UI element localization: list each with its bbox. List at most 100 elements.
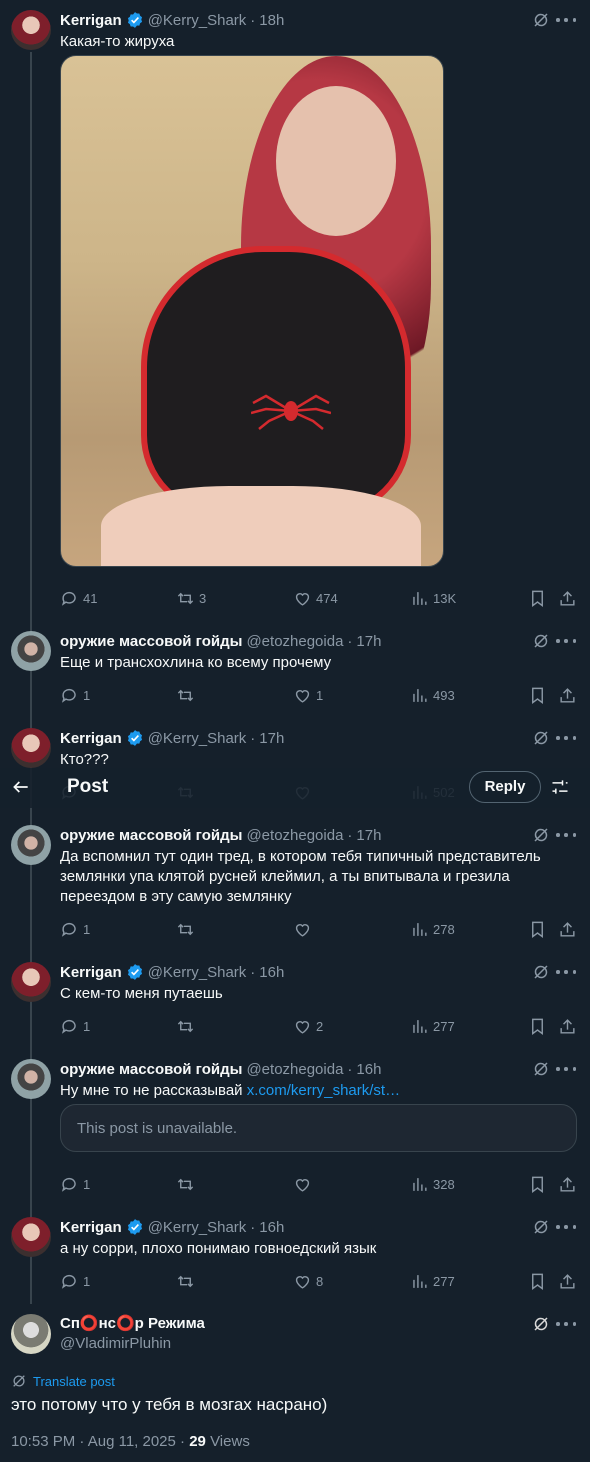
more-options-icon[interactable] xyxy=(556,632,576,650)
avatar[interactable] xyxy=(11,1217,51,1257)
photo-face xyxy=(276,86,396,236)
share-action[interactable] xyxy=(558,1016,577,1036)
repost-action[interactable]: 3 xyxy=(176,588,206,608)
post-text-container: Ну мне то не рассказывай x.com/kerry_sha… xyxy=(60,1081,580,1101)
author-handle[interactable]: @Kerry_Shark xyxy=(148,964,247,981)
grok-icon[interactable] xyxy=(532,632,550,650)
post-time[interactable]: 17h xyxy=(356,827,381,844)
repost-action[interactable] xyxy=(176,1271,199,1291)
repost-action[interactable] xyxy=(176,685,199,705)
share-action[interactable] xyxy=(558,1174,577,1194)
grok-icon[interactable] xyxy=(532,963,550,981)
post-time[interactable]: 16h xyxy=(259,964,284,981)
avatar[interactable] xyxy=(11,825,51,865)
author-name[interactable]: оружие массовой гойды xyxy=(60,827,242,844)
author-name[interactable]: оружие массовой гойды xyxy=(60,633,242,650)
grok-icon[interactable] xyxy=(532,1218,550,1236)
reply-icon xyxy=(61,1274,76,1289)
bookmark-action[interactable] xyxy=(528,1174,547,1194)
views-action[interactable]: 278 xyxy=(410,919,455,939)
back-arrow-icon[interactable] xyxy=(11,777,31,797)
grok-icon[interactable] xyxy=(532,729,550,747)
grok-icon[interactable] xyxy=(532,1060,550,1078)
like-action[interactable] xyxy=(293,1174,316,1194)
grok-icon[interactable] xyxy=(532,11,550,29)
views-action[interactable]: 277 xyxy=(410,1271,455,1291)
reply-action[interactable]: 1 xyxy=(60,685,90,705)
avatar[interactable] xyxy=(11,962,51,1002)
author-handle[interactable]: @Kerry_Shark xyxy=(148,730,247,747)
more-options-icon[interactable] xyxy=(556,1060,576,1078)
author-name[interactable]: оружие массовой гойды xyxy=(60,1061,242,1078)
share-action[interactable] xyxy=(558,1271,577,1291)
avatar[interactable] xyxy=(11,631,51,671)
more-options-icon[interactable] xyxy=(556,11,576,29)
post-link[interactable]: x.com/kerry_shark/st… xyxy=(247,1082,400,1099)
bookmark-action[interactable] xyxy=(528,919,547,939)
reply-settings-icon[interactable] xyxy=(550,777,570,797)
author-name[interactable]: Kerrigan xyxy=(60,730,122,747)
repost-icon xyxy=(177,923,194,935)
like-action[interactable]: 1 xyxy=(293,685,323,705)
author-handle[interactable]: @Kerry_Shark xyxy=(148,1219,247,1236)
like-action[interactable]: 8 xyxy=(293,1271,323,1291)
avatar[interactable] xyxy=(11,1314,51,1354)
views-action[interactable]: 277 xyxy=(410,1016,455,1036)
post-time[interactable]: 16h xyxy=(259,1219,284,1236)
post-time[interactable]: 16h xyxy=(356,1061,381,1078)
post-date[interactable]: Aug 11, 2025 xyxy=(88,1433,176,1450)
like-count: 474 xyxy=(316,590,338,606)
author-handle[interactable]: @etozhegoida xyxy=(246,1061,343,1078)
translate-post-link[interactable]: Translate post xyxy=(11,1373,115,1389)
avatar[interactable] xyxy=(11,728,51,768)
like-action[interactable]: 2 xyxy=(293,1016,323,1036)
grok-icon[interactable] xyxy=(532,826,550,844)
repost-icon xyxy=(177,1020,194,1032)
avatar[interactable] xyxy=(11,10,51,50)
bookmark-action[interactable] xyxy=(528,1271,547,1291)
bookmark-action[interactable] xyxy=(528,1016,547,1036)
more-options-icon[interactable] xyxy=(556,826,576,844)
views-action[interactable]: 328 xyxy=(410,1174,455,1194)
post-timestamp[interactable]: 10:53 PM xyxy=(11,1433,75,1450)
reply-action[interactable]: 1 xyxy=(60,919,90,939)
more-options-icon[interactable] xyxy=(556,1315,576,1333)
post-time[interactable]: 17h xyxy=(356,633,381,650)
more-options-icon[interactable] xyxy=(556,963,576,981)
author-handle[interactable]: @etozhegoida xyxy=(246,633,343,650)
more-options-icon[interactable] xyxy=(556,729,576,747)
share-action[interactable] xyxy=(558,685,577,705)
author-name[interactable]: Сп⭕нс⭕р Режима xyxy=(60,1314,205,1332)
reply-count: 1 xyxy=(83,1018,91,1034)
reply-action[interactable]: 1 xyxy=(60,1174,90,1194)
author-name[interactable]: Kerrigan xyxy=(60,964,122,981)
more-options-icon[interactable] xyxy=(556,1218,576,1236)
reply-action[interactable]: 1 xyxy=(60,1016,90,1036)
repost-action[interactable] xyxy=(176,1016,199,1036)
views-action[interactable]: 13K xyxy=(410,588,456,608)
like-action[interactable] xyxy=(293,919,316,939)
author-name[interactable]: Kerrigan xyxy=(60,12,122,29)
repost-action[interactable] xyxy=(176,919,199,939)
bookmark-action[interactable] xyxy=(528,685,547,705)
reply-action[interactable]: 41 xyxy=(60,588,97,608)
share-action[interactable] xyxy=(558,919,577,939)
author-handle[interactable]: @etozhegoida xyxy=(246,827,343,844)
grok-icon[interactable] xyxy=(532,1315,550,1333)
bookmark-action[interactable] xyxy=(528,588,547,608)
author-handle[interactable]: @Kerry_Shark xyxy=(148,12,247,29)
reply-button[interactable]: Reply xyxy=(469,771,541,803)
like-action[interactable]: 474 xyxy=(293,588,338,608)
reply-icon xyxy=(61,688,76,703)
author-handle[interactable]: @VladimirPluhin xyxy=(60,1335,171,1352)
reply-action[interactable]: 1 xyxy=(60,1271,90,1291)
share-action[interactable] xyxy=(558,588,577,608)
bookmark-icon xyxy=(532,1273,543,1290)
repost-action[interactable] xyxy=(176,1174,199,1194)
post-photo[interactable] xyxy=(60,55,444,567)
avatar[interactable] xyxy=(11,1059,51,1099)
post-time[interactable]: 18h xyxy=(259,12,284,29)
post-time[interactable]: 17h xyxy=(259,730,284,747)
author-name[interactable]: Kerrigan xyxy=(60,1219,122,1236)
views-action[interactable]: 493 xyxy=(410,685,455,705)
